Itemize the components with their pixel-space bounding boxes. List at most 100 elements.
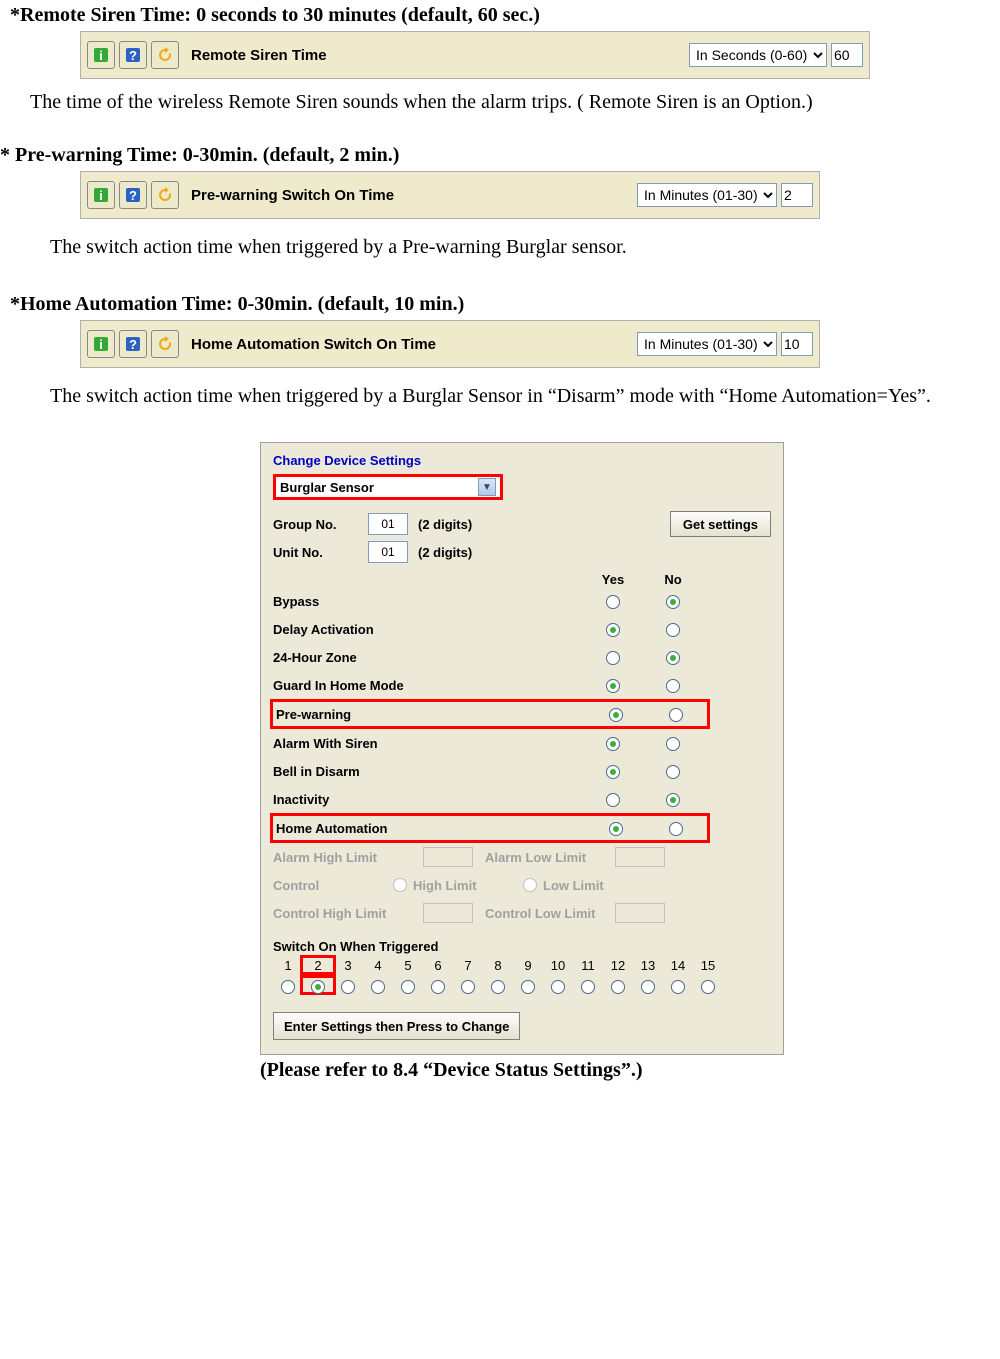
switch-number: 10 (543, 958, 573, 978)
option-no-radio[interactable] (666, 765, 680, 779)
switch-radio[interactable] (281, 980, 295, 994)
alarm-low-input (615, 847, 665, 867)
option-label: Guard In Home Mode (273, 678, 583, 693)
refresh-icon[interactable] (151, 41, 179, 69)
device-type-select[interactable]: Burglar Sensor ▼ (273, 474, 503, 500)
option-yes-radio[interactable] (606, 679, 620, 693)
device-settings-panel: Change Device Settings Burglar Sensor ▼ … (260, 442, 784, 1055)
option-yes-radio[interactable] (606, 651, 620, 665)
homeauto-unit-select[interactable]: In Minutes (01-30) (637, 332, 777, 356)
option-label: Alarm With Siren (273, 736, 583, 751)
switch-number: 13 (633, 958, 663, 978)
option-label: Pre-warning (276, 707, 586, 722)
option-label: Bypass (273, 594, 583, 609)
low-limit-radio (523, 878, 537, 892)
option-yes-radio[interactable] (609, 708, 623, 722)
switch-radio[interactable] (431, 980, 445, 994)
group-no-input[interactable] (368, 513, 408, 535)
option-row: Pre-warning (270, 699, 710, 729)
switch-radio[interactable] (551, 980, 565, 994)
info-icon[interactable]: i (87, 330, 115, 358)
option-row: Alarm With Siren (273, 729, 771, 757)
switch-radio[interactable] (311, 980, 325, 994)
option-yes-radio[interactable] (606, 623, 620, 637)
switch-number: 5 (393, 958, 423, 978)
alarm-limit-row: Alarm High Limit Alarm Low Limit (273, 843, 771, 871)
svg-text:i: i (99, 337, 103, 352)
option-row: Guard In Home Mode (273, 671, 771, 699)
switch-radio[interactable] (401, 980, 415, 994)
option-label: Home Automation (276, 821, 586, 836)
switch-radio[interactable] (491, 980, 505, 994)
option-no-radio[interactable] (666, 737, 680, 751)
info-icon[interactable]: i (87, 41, 115, 69)
switch-number: 6 (423, 958, 453, 978)
option-yes-radio[interactable] (606, 737, 620, 751)
ctrl-high-input (423, 903, 473, 923)
option-label: Delay Activation (273, 622, 583, 637)
option-row: Home Automation (270, 813, 710, 843)
prewarn-row: i ? Pre-warning Switch On Time In Minute… (80, 171, 820, 219)
device-type-value: Burglar Sensor (280, 480, 374, 495)
switch-number: 15 (693, 958, 723, 978)
chevron-down-icon: ▼ (478, 478, 496, 496)
option-yes-radio[interactable] (606, 765, 620, 779)
switch-radio[interactable] (701, 980, 715, 994)
get-settings-button[interactable]: Get settings (670, 511, 771, 537)
switch-number: 7 (453, 958, 483, 978)
unit-no-input[interactable] (368, 541, 408, 563)
switch-radio[interactable] (461, 980, 475, 994)
option-yes-radio[interactable] (606, 793, 620, 807)
option-no-radio[interactable] (666, 595, 680, 609)
remote-unit-select[interactable]: In Seconds (0-60) (689, 43, 827, 67)
switch-number: 1 (273, 958, 303, 978)
section-heading-prewarn: * Pre-warning Time: 0-30min. (default, 2… (0, 144, 1000, 167)
switch-radio[interactable] (521, 980, 535, 994)
ctrl-low-input (615, 903, 665, 923)
remote-description: The time of the wireless Remote Siren so… (30, 91, 1000, 114)
option-no-radio[interactable] (666, 679, 680, 693)
prewarn-description: The switch action time when triggered by… (50, 231, 1000, 263)
option-row: Delay Activation (273, 615, 771, 643)
option-no-radio[interactable] (666, 623, 680, 637)
svg-text:?: ? (129, 48, 137, 63)
option-no-radio[interactable] (666, 793, 680, 807)
help-icon[interactable]: ? (119, 330, 147, 358)
section-heading-remote: *Remote Siren Time: 0 seconds to 30 minu… (10, 4, 1000, 27)
homeauto-value-input[interactable] (781, 332, 813, 356)
option-no-radio[interactable] (666, 651, 680, 665)
help-icon[interactable]: ? (119, 41, 147, 69)
alarm-high-input (423, 847, 473, 867)
info-icon[interactable]: i (87, 181, 115, 209)
option-row: Bypass (273, 587, 771, 615)
svg-text:i: i (99, 188, 103, 203)
option-label: Inactivity (273, 792, 583, 807)
prewarn-unit-select[interactable]: In Minutes (01-30) (637, 183, 777, 207)
option-no-radio[interactable] (669, 822, 683, 836)
switch-number: 11 (573, 958, 603, 978)
panel-title: Change Device Settings (273, 453, 771, 468)
switch-radio[interactable] (611, 980, 625, 994)
switch-radio[interactable] (581, 980, 595, 994)
enter-settings-button[interactable]: Enter Settings then Press to Change (273, 1012, 520, 1040)
refresh-icon[interactable] (151, 181, 179, 209)
option-row: Inactivity (273, 785, 771, 813)
option-label: Bell in Disarm (273, 764, 583, 779)
option-no-radio[interactable] (669, 708, 683, 722)
refresh-icon[interactable] (151, 330, 179, 358)
switch-radio[interactable] (341, 980, 355, 994)
option-label: 24-Hour Zone (273, 650, 583, 665)
reference-caption: (Please refer to 8.4 “Device Status Sett… (260, 1059, 1000, 1082)
switch-radio[interactable] (371, 980, 385, 994)
switch-radio[interactable] (671, 980, 685, 994)
help-icon[interactable]: ? (119, 181, 147, 209)
option-yes-radio[interactable] (609, 822, 623, 836)
switch-number: 12 (603, 958, 633, 978)
switch-radio[interactable] (641, 980, 655, 994)
svg-text:?: ? (129, 188, 137, 203)
remote-siren-row: i ? Remote Siren Time In Seconds (0-60) (80, 31, 870, 79)
remote-value-input[interactable] (831, 43, 863, 67)
prewarn-value-input[interactable] (781, 183, 813, 207)
switch-number: 3 (333, 958, 363, 978)
option-yes-radio[interactable] (606, 595, 620, 609)
